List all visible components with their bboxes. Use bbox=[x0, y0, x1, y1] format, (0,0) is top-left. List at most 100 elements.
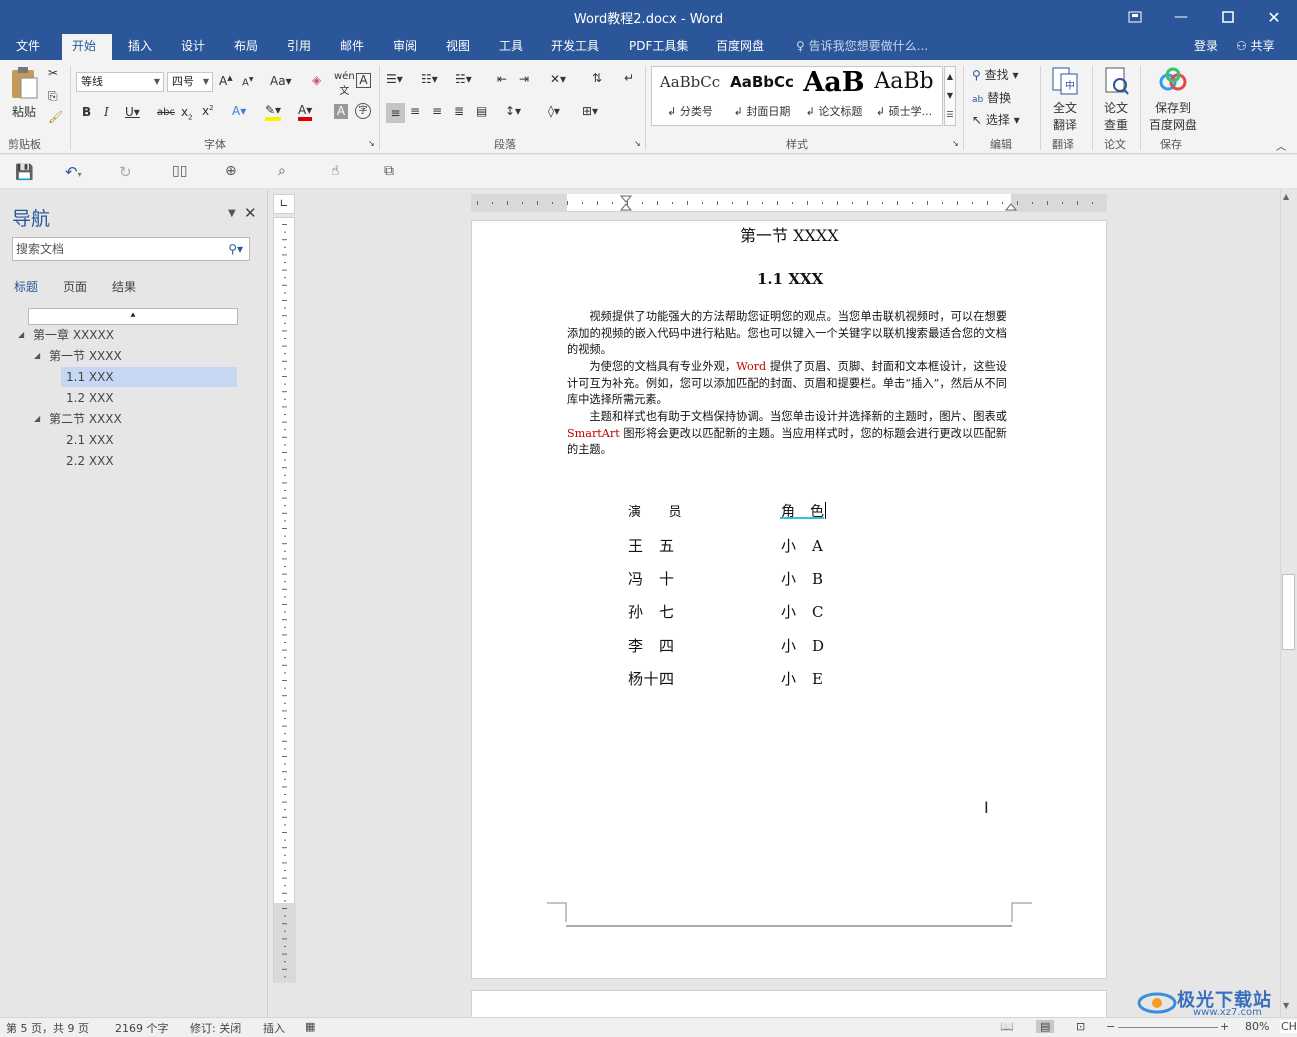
increase-indent-icon[interactable]: ⇥ bbox=[519, 72, 529, 86]
read-mode-view-icon[interactable]: 📖 bbox=[1000, 1020, 1014, 1033]
ribbon-display-icon[interactable] bbox=[1112, 0, 1158, 34]
tell-me-box[interactable]: ♀ 告诉我您想要做什么... bbox=[786, 34, 938, 60]
horizontal-ruler[interactable] bbox=[471, 194, 1107, 212]
maximize-button[interactable] bbox=[1205, 0, 1251, 34]
print-preview-icon[interactable]: ⌕ bbox=[278, 163, 286, 179]
numbering-icon[interactable]: ☷▾ bbox=[421, 72, 438, 86]
zoom-level[interactable]: 80% bbox=[1245, 1020, 1269, 1033]
replace-button[interactable]: ab 替换 bbox=[972, 89, 1011, 106]
insert-mode[interactable]: 插入 bbox=[263, 1020, 285, 1036]
font-color-icon[interactable]: A▾ bbox=[298, 103, 313, 121]
nav-heading-item[interactable]: 2.2 XXX bbox=[66, 451, 114, 471]
shrink-font-icon[interactable]: A▼ bbox=[242, 76, 253, 88]
styles-dialog-launcher-icon[interactable]: ↘ bbox=[952, 139, 959, 148]
style-item-preview[interactable]: AaB bbox=[798, 67, 870, 101]
cut-icon[interactable]: ✂ bbox=[48, 66, 58, 80]
bullets-icon[interactable]: ☰▾ bbox=[386, 72, 403, 86]
customize-icon[interactable]: ⧉ bbox=[384, 163, 394, 179]
tab-references[interactable]: 引用 bbox=[277, 34, 321, 60]
full-translate-button[interactable]: 中 全文 翻译 bbox=[1046, 66, 1084, 133]
tab-selector[interactable]: ∟ bbox=[273, 194, 295, 214]
style-item-preview[interactable]: AaBbCc bbox=[654, 73, 726, 91]
decrease-indent-icon[interactable]: ⇤ bbox=[497, 72, 507, 86]
vertical-scrollbar[interactable]: ▲ ▼ bbox=[1280, 190, 1297, 1017]
nav-heading-item[interactable]: 第二节 XXXX bbox=[49, 409, 122, 429]
subscript-icon[interactable]: x2 bbox=[181, 105, 193, 121]
tab-review[interactable]: 审阅 bbox=[383, 34, 427, 60]
paper-check-button[interactable]: 论文 查重 bbox=[1098, 66, 1134, 133]
styles-gallery[interactable]: AaBbCc ↲ 分类号 AaBbCc ↲ 封面日期 AaB ↲ 论文标题 Aa… bbox=[651, 66, 943, 126]
zoom-slider[interactable] bbox=[1118, 1027, 1218, 1028]
grow-font-icon[interactable]: A▲ bbox=[219, 74, 233, 88]
macro-icon[interactable]: ▦ bbox=[305, 1020, 315, 1033]
nav-heading-item[interactable]: 第一章 XXXXX bbox=[33, 325, 114, 345]
nav-tab-pages[interactable]: 页面 bbox=[63, 278, 87, 295]
minimize-button[interactable]: — bbox=[1158, 0, 1204, 34]
char-shading-icon[interactable]: A bbox=[334, 104, 348, 119]
enclose-char-icon[interactable]: 字 bbox=[355, 103, 371, 119]
vertical-ruler[interactable] bbox=[273, 217, 296, 983]
text-effects-icon[interactable]: A▾ bbox=[232, 104, 246, 118]
strikethrough-icon[interactable]: abc bbox=[157, 107, 175, 118]
style-item-label[interactable]: ↲ 分类号 bbox=[654, 103, 726, 119]
touch-mode-icon[interactable]: ☝ bbox=[331, 163, 340, 179]
save-to-netdisk-button[interactable]: 保存到 百度网盘 bbox=[1146, 66, 1200, 133]
format-painter-icon[interactable]: 🖌 bbox=[48, 110, 63, 124]
bold-icon[interactable]: B bbox=[82, 105, 91, 119]
tab-view[interactable]: 视图 bbox=[436, 34, 480, 60]
nav-tab-headings[interactable]: 标题 bbox=[14, 278, 38, 295]
underline-icon[interactable]: U▾ bbox=[125, 105, 140, 119]
tab-pdf-tools[interactable]: PDF工具集 bbox=[619, 34, 698, 60]
style-item-preview[interactable]: AaBbCc bbox=[726, 73, 798, 91]
copy-icon[interactable]: ⎘ bbox=[48, 89, 58, 104]
styles-scroll[interactable]: ▲ ▼ ☰ bbox=[944, 66, 956, 126]
align-right-icon[interactable]: ≡ bbox=[432, 104, 442, 118]
scroll-up-icon[interactable]: ▲ bbox=[1283, 192, 1289, 201]
nav-close-icon[interactable]: ✕ bbox=[244, 204, 257, 222]
phonetic-guide-icon[interactable]: wén 文 bbox=[334, 71, 355, 97]
justify-icon[interactable]: ≣ bbox=[454, 104, 464, 118]
change-case-icon[interactable]: Aa▾ bbox=[270, 74, 292, 88]
share-button[interactable]: ⚇ 共享 bbox=[1226, 34, 1285, 60]
web-layout-icon[interactable]: ⊕ bbox=[225, 163, 237, 179]
font-name-select[interactable]: 等线 ▼ bbox=[76, 72, 164, 92]
collapse-triangle-icon[interactable]: ◢ bbox=[34, 414, 40, 423]
nav-heading-item[interactable]: 1.2 XXX bbox=[66, 388, 114, 408]
close-button[interactable]: ✕ bbox=[1251, 0, 1297, 34]
next-page[interactable] bbox=[471, 990, 1107, 1020]
font-dialog-launcher-icon[interactable]: ↘ bbox=[368, 139, 375, 148]
redo-icon[interactable]: ↻ bbox=[119, 163, 132, 181]
nav-heading-item[interactable]: 第一节 XXXX bbox=[49, 346, 122, 366]
char-border-icon[interactable]: A bbox=[356, 73, 371, 88]
tab-file[interactable]: 文件 bbox=[6, 34, 50, 60]
borders-icon[interactable]: ⊞▾ bbox=[582, 104, 598, 118]
show-marks-icon[interactable]: ↵ bbox=[624, 71, 634, 85]
tab-layout[interactable]: 布局 bbox=[224, 34, 268, 60]
print-layout-view-icon[interactable]: ▤ bbox=[1036, 1020, 1055, 1033]
tab-developer[interactable]: 开发工具 bbox=[541, 34, 609, 60]
paragraph-dialog-launcher-icon[interactable]: ↘ bbox=[634, 139, 641, 148]
tab-tools[interactable]: 工具 bbox=[489, 34, 533, 60]
style-item-label[interactable]: ↲ 封面日期 bbox=[726, 103, 798, 119]
web-layout-view-icon[interactable]: ⊡ bbox=[1076, 1020, 1085, 1033]
nav-tab-results[interactable]: 结果 bbox=[112, 278, 136, 295]
style-item-label[interactable]: ↲ 硕士学... bbox=[870, 103, 938, 119]
zoom-in-icon[interactable]: + bbox=[1220, 1020, 1229, 1033]
nav-options-icon[interactable]: ▼ bbox=[228, 208, 236, 219]
nav-search-input[interactable]: 搜索文档 ⚲▾ bbox=[12, 237, 250, 261]
shading-icon[interactable]: ◊▾ bbox=[548, 104, 560, 118]
collapse-ribbon-icon[interactable]: ︿ bbox=[1276, 138, 1286, 153]
search-icon[interactable]: ⚲▾ bbox=[228, 238, 243, 260]
distributed-icon[interactable]: ▤ bbox=[476, 104, 487, 118]
select-button[interactable]: ↖ 选择 ▾ bbox=[972, 111, 1020, 128]
input-language[interactable]: CH bbox=[1280, 1020, 1297, 1033]
superscript-icon[interactable]: x2 bbox=[202, 104, 214, 118]
style-item-label[interactable]: ↲ 论文标题 bbox=[798, 103, 870, 119]
font-size-select[interactable]: 四号 ▼ bbox=[167, 72, 213, 92]
tab-insert[interactable]: 插入 bbox=[118, 34, 162, 60]
align-left-icon[interactable]: ≡ bbox=[386, 103, 405, 123]
save-icon[interactable]: 💾 bbox=[15, 163, 34, 181]
track-changes-status[interactable]: 修订: 关闭 bbox=[190, 1020, 241, 1036]
clear-format-icon[interactable]: ◈ bbox=[312, 73, 321, 87]
align-center-icon[interactable]: ≡ bbox=[410, 104, 420, 118]
